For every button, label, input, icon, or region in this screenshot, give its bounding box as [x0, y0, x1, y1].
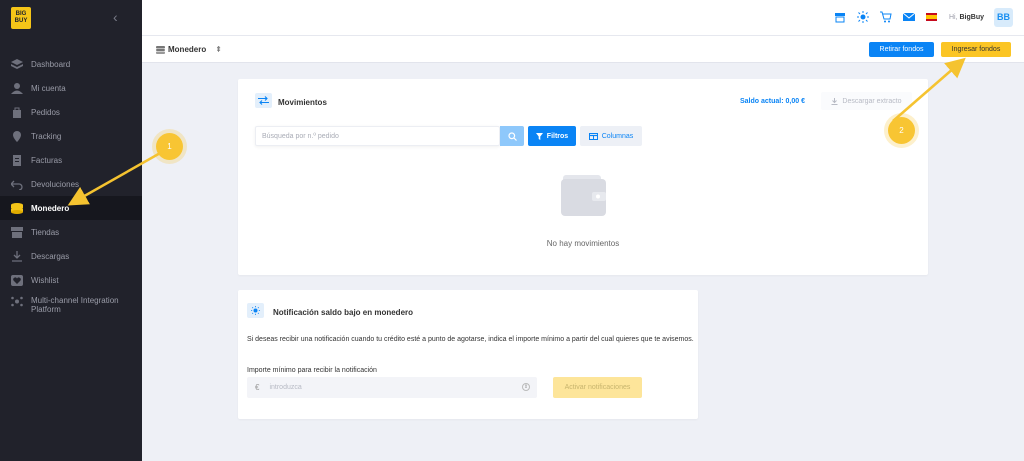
spain-flag-icon[interactable]	[925, 13, 937, 21]
activate-notifications-button[interactable]: Activar notificaciones	[553, 377, 642, 398]
movements-card: Movimientos Saldo actual: 0,00 € Descarg…	[238, 79, 928, 275]
annotation-badge-2: 2	[888, 117, 915, 144]
sidebar-item-label: Dashboard	[31, 59, 71, 69]
subheader: Monedero ⇞ Retirar fondos Ingresar fondo…	[142, 36, 1024, 63]
page-title: Monedero	[168, 45, 207, 54]
sidebar-item-pedidos[interactable]: Pedidos	[0, 100, 142, 124]
sidebar-item-devoluciones[interactable]: Devoluciones	[0, 172, 142, 196]
deposit-funds-button[interactable]: Ingresar fondos	[941, 42, 1011, 57]
stepper-icon[interactable]: ⇕	[522, 383, 530, 391]
sidebar-item-facturas[interactable]: Facturas	[0, 148, 142, 172]
filter-icon	[535, 132, 543, 140]
low-balance-notification-card: Notificación saldo bajo en monedero Si d…	[238, 290, 698, 419]
notification-bell-icon[interactable]	[856, 11, 869, 23]
download-icon	[831, 97, 838, 105]
empty-state-text: No hay movimientos	[546, 239, 620, 248]
mail-icon[interactable]	[902, 11, 915, 23]
topbar: Hi, BigBuy BB	[142, 0, 1024, 36]
logo-text: BIG BUY	[14, 11, 28, 24]
sidebar-item-label: Mi cuenta	[31, 83, 66, 93]
sidebar-item-tracking[interactable]: Tracking	[0, 124, 142, 148]
store-icon[interactable]	[834, 11, 846, 23]
filters-button[interactable]: Filtros	[528, 126, 576, 146]
sidebar-item-tiendas[interactable]: Tiendas	[0, 220, 142, 244]
bigbuy-logo[interactable]: BIG BUY	[11, 7, 31, 29]
collapse-sidebar-icon[interactable]: ‹	[113, 9, 118, 25]
sidebar-item-monedero[interactable]: Monedero	[0, 196, 142, 220]
orders-icon	[10, 107, 23, 118]
topbar-icons: Hi, BigBuy BB	[834, 7, 1024, 27]
cart-icon[interactable]	[879, 11, 892, 23]
username: BigBuy	[959, 13, 985, 21]
sidebar-item-label: Descargas	[31, 251, 70, 261]
sidebar-item-label: Wishlist	[31, 275, 59, 285]
columns-label: Columnas	[601, 132, 634, 140]
transfer-icon	[255, 93, 272, 108]
sidebar-item-dashboard[interactable]: Dashboard	[0, 52, 142, 76]
currency-symbol: €	[255, 383, 260, 392]
location-icon	[10, 130, 23, 142]
download-statement-button[interactable]: Descargar extracto	[821, 92, 912, 110]
scroll-top-icon[interactable]: ⇞	[215, 45, 222, 54]
invoice-icon	[10, 154, 23, 166]
columns-icon	[588, 132, 598, 140]
returns-icon	[10, 179, 23, 190]
wallet-icon	[156, 45, 165, 54]
section-title: Notificación saldo bajo en monedero	[273, 308, 414, 317]
search-input[interactable]: Búsqueda por n.º pedido	[255, 126, 500, 146]
current-balance: Saldo actual: 0,00 €	[740, 98, 805, 105]
section-title: Movimientos	[278, 98, 327, 107]
search-button[interactable]	[500, 126, 524, 146]
integration-icon	[10, 296, 23, 307]
sidebar-item-label: Pedidos	[31, 107, 60, 117]
avatar[interactable]: BB	[994, 7, 1013, 27]
columns-button[interactable]: Columnas	[580, 126, 642, 146]
minimum-amount-input[interactable]: € introduzca ⇕	[247, 377, 537, 398]
user-icon	[10, 82, 23, 94]
sidebar-item-descargas[interactable]: Descargas	[0, 244, 142, 268]
sidebar-item-label: Tiendas	[31, 227, 60, 237]
sidebar-item-label: Monedero	[31, 203, 70, 213]
sidebar-nav: Dashboard Mi cuenta Pedidos Tracking Fac…	[0, 52, 142, 322]
sidebar-item-label: Devoluciones	[31, 179, 80, 189]
filters-label: Filtros	[546, 132, 569, 140]
greeting: Hi, BigBuy	[949, 14, 984, 21]
sidebar-item-multi-channel[interactable]: Multi-channel Integration Platform	[0, 292, 142, 322]
sidebar-item-wishlist[interactable]: Wishlist	[0, 268, 142, 292]
dashboard-icon	[10, 58, 23, 70]
download-icon	[10, 250, 23, 262]
notification-description: Si deseas recibir una notificación cuand…	[247, 336, 694, 343]
sidebar-item-label: Facturas	[31, 155, 63, 165]
download-label: Descargar extracto	[842, 97, 902, 105]
notification-bell-icon	[247, 303, 264, 318]
amount-label: Importe mínimo para recibir la notificac…	[247, 367, 377, 374]
store-icon	[10, 226, 23, 238]
greeting-text: Hi,	[948, 13, 958, 21]
sidebar-item-mi-cuenta[interactable]: Mi cuenta	[0, 76, 142, 100]
sidebar: BIG BUY ‹ Dashboard Mi cuenta Pedidos Tr…	[0, 0, 142, 461]
wallet-icon	[10, 202, 23, 214]
amount-placeholder: introduzca	[269, 384, 302, 391]
sidebar-item-label: Tracking	[31, 131, 62, 141]
heart-icon	[10, 274, 23, 286]
search-icon	[507, 131, 517, 141]
breadcrumb: Monedero ⇞	[156, 45, 222, 54]
annotation-badge-1: 1	[156, 133, 183, 160]
empty-wallet-icon	[561, 175, 606, 216]
sidebar-item-label: Multi-channel Integration Platform	[31, 296, 119, 314]
withdraw-funds-button[interactable]: Retirar fondos	[869, 42, 934, 57]
